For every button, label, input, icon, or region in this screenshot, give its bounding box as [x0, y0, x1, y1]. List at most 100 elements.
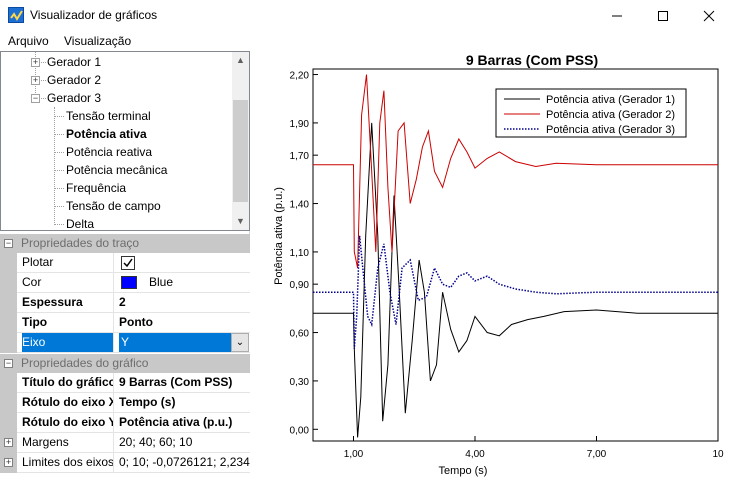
- tree-connector: [55, 206, 64, 207]
- left-panel: + Gerador 1 + Gerador 2 − Gerador 3 Tens…: [0, 51, 250, 484]
- tree-item-tensao-de-campo[interactable]: Tensão de campo: [66, 197, 161, 215]
- legend-entry: Potência ativa (Gerador 3): [546, 124, 675, 136]
- category-label: Propriedades do gráfico: [21, 356, 149, 370]
- tree-connector: [55, 224, 64, 225]
- tree-item-potencia-reativa[interactable]: Potência reativa: [66, 143, 152, 161]
- collapse-icon[interactable]: −: [4, 239, 13, 248]
- tree-connector: [55, 188, 64, 189]
- property-value: 0; 10; -0,0726121; 2,234394: [119, 455, 250, 469]
- tree-item-gerador-2[interactable]: Gerador 2: [47, 71, 101, 89]
- maximize-button[interactable]: [640, 0, 686, 31]
- y-tick-label: 1,40: [290, 200, 310, 211]
- x-axis-label: Tempo (s): [439, 465, 488, 477]
- window-title: Visualizador de gráficos: [30, 8, 158, 22]
- tree-item-potencia-ativa[interactable]: Potência ativa: [66, 125, 147, 143]
- x-tick-label: 10: [712, 449, 724, 460]
- tree-item-gerador-1[interactable]: Gerador 1: [47, 53, 101, 71]
- row-gutter: [0, 273, 17, 293]
- tree-item-gerador-3[interactable]: Gerador 3: [47, 89, 101, 107]
- property-row-rotulo-x[interactable]: Rótulo do eixo X Tempo (s): [0, 393, 250, 413]
- y-tick-label: 0,00: [290, 425, 310, 436]
- property-name: Limites dos eixos: [22, 453, 114, 472]
- tree-item-delta[interactable]: Delta: [66, 215, 94, 230]
- property-row-cor[interactable]: Cor Blue: [0, 273, 250, 293]
- tree-item-tensao-terminal[interactable]: Tensão terminal: [66, 107, 151, 125]
- menu-visualizacao[interactable]: Visualização: [64, 34, 131, 48]
- property-row-plotar[interactable]: Plotar: [0, 253, 250, 273]
- property-name: Rótulo do eixo X: [22, 393, 114, 412]
- tree-connector: [55, 170, 64, 171]
- tree-connector: [55, 116, 64, 117]
- property-value: 20; 40; 60; 10: [119, 435, 193, 449]
- category-label: Propriedades do traço: [21, 236, 140, 250]
- property-grid[interactable]: − Propriedades do traço Plotar Cor Blue: [0, 234, 250, 484]
- property-value: 2: [119, 295, 126, 309]
- property-row-limites[interactable]: + Limites dos eixos 0; 10; -0,0726121; 2…: [0, 453, 250, 473]
- title-bar: Visualizador de gráficos: [0, 0, 732, 31]
- property-value: Ponto: [119, 315, 153, 329]
- scroll-up-icon[interactable]: ▲: [232, 52, 249, 69]
- maximize-icon: [658, 10, 668, 21]
- scroll-down-icon[interactable]: ▼: [232, 213, 249, 230]
- property-row-margens[interactable]: + Margens 20; 40; 60; 10: [0, 433, 250, 453]
- tree-connector: [41, 80, 46, 81]
- tree-item-potencia-mecanica[interactable]: Potência mecânica: [66, 161, 167, 179]
- menu-arquivo[interactable]: Arquivo: [8, 34, 49, 48]
- series-line-3: [313, 235, 718, 349]
- property-name: Rótulo do eixo Y: [22, 413, 114, 432]
- row-gutter: +: [0, 433, 17, 453]
- property-value: 9 Barras (Com PSS): [119, 375, 233, 389]
- minimize-button[interactable]: [594, 0, 640, 31]
- expand-icon[interactable]: +: [31, 58, 40, 67]
- signal-tree[interactable]: + Gerador 1 + Gerador 2 − Gerador 3 Tens…: [0, 51, 250, 231]
- y-tick-label: 1,10: [290, 248, 310, 259]
- checkbox-checked-icon[interactable]: [121, 256, 135, 270]
- row-gutter: +: [0, 453, 17, 473]
- x-tick-label: 7,00: [587, 449, 607, 460]
- y-tick-label: 2,20: [290, 71, 310, 82]
- property-name: Eixo: [22, 333, 114, 352]
- property-row-titulo[interactable]: Título do gráfico 9 Barras (Com PSS): [0, 373, 250, 393]
- series-line-1: [313, 122, 718, 438]
- row-gutter: [0, 313, 17, 333]
- property-name: Tipo: [22, 313, 114, 332]
- color-swatch[interactable]: [121, 276, 137, 289]
- tree-connector: [55, 152, 64, 153]
- tree-item-frequencia[interactable]: Frequência: [66, 179, 126, 197]
- property-name: Espessura: [22, 293, 114, 312]
- property-value: Potência ativa (p.u.): [119, 415, 233, 429]
- y-tick-label: 0,90: [290, 280, 310, 291]
- axis-select[interactable]: Y: [119, 333, 231, 352]
- property-row-espessura[interactable]: Espessura 2: [0, 293, 250, 313]
- close-icon: [703, 10, 715, 21]
- collapse-icon[interactable]: −: [31, 94, 40, 103]
- collapse-icon[interactable]: −: [4, 359, 13, 368]
- category-trace-properties[interactable]: − Propriedades do traço: [0, 234, 250, 253]
- property-row-eixo[interactable]: Eixo Y ⌄: [0, 333, 250, 353]
- x-tick-label: 4,00: [465, 449, 485, 460]
- app-icon: [8, 7, 24, 23]
- chart-title: 9 Barras (Com PSS): [466, 52, 598, 68]
- expand-icon[interactable]: +: [4, 438, 13, 447]
- tree-scrollbar[interactable]: ▲ ▼: [232, 52, 249, 230]
- color-name: Blue: [149, 275, 174, 289]
- menu-bar: Arquivo Visualização: [0, 31, 732, 51]
- property-value: Tempo (s): [119, 395, 176, 409]
- property-name: Plotar: [22, 253, 114, 272]
- row-gutter: [0, 373, 17, 393]
- scrollbar-thumb[interactable]: [233, 100, 248, 202]
- dropdown-arrow-icon[interactable]: ⌄: [231, 333, 249, 352]
- tree-connector: [55, 134, 64, 135]
- tree-connector: [54, 107, 55, 225]
- expand-icon[interactable]: +: [4, 458, 13, 467]
- legend-entry: Potência ativa (Gerador 1): [546, 94, 675, 106]
- row-gutter: [0, 253, 17, 273]
- property-name: Cor: [22, 273, 114, 292]
- line-chart: 9 Barras (Com PSS) Tempo (s) Potência at…: [273, 52, 724, 477]
- property-row-rotulo-y[interactable]: Rótulo do eixo Y Potência ativa (p.u.): [0, 413, 250, 433]
- category-plot-properties[interactable]: − Propriedades do gráfico: [0, 354, 250, 373]
- tree-connector: [41, 62, 46, 63]
- property-row-tipo[interactable]: Tipo Ponto: [0, 313, 250, 333]
- expand-icon[interactable]: +: [31, 76, 40, 85]
- close-button[interactable]: [686, 0, 732, 31]
